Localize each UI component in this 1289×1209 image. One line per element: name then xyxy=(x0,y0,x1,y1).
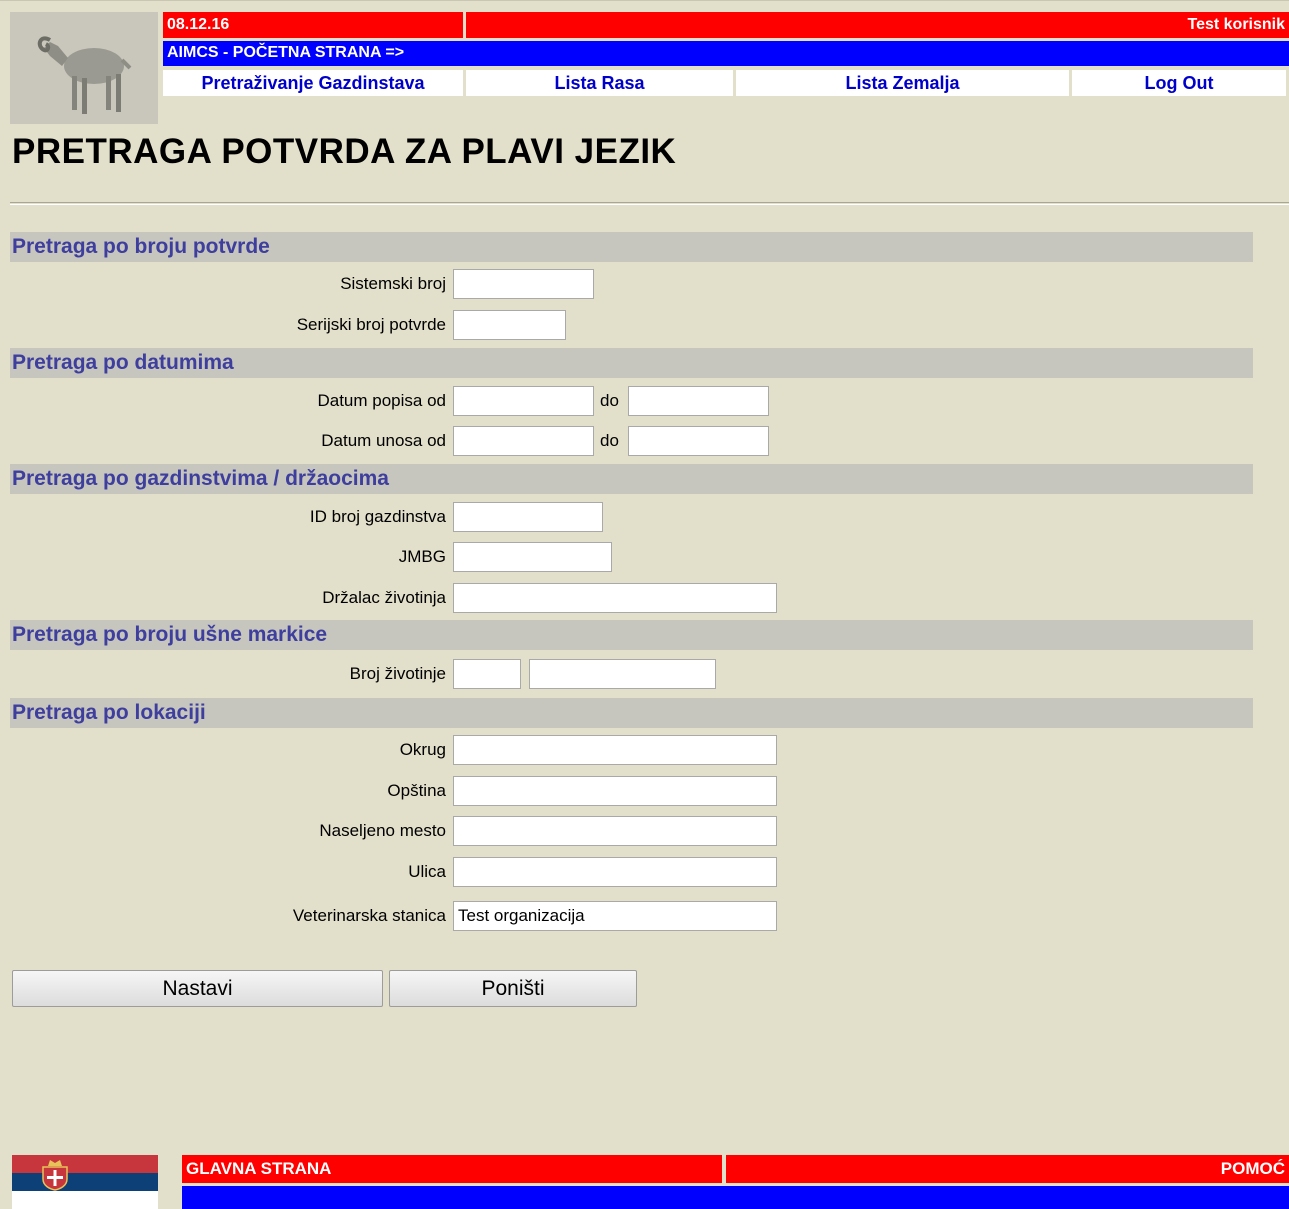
animal-number-input[interactable] xyxy=(529,659,716,689)
municipality-label: Opština xyxy=(387,781,446,800)
street-input[interactable] xyxy=(453,857,777,887)
system-number-label: Sistemski broj xyxy=(340,274,446,293)
section-header-by-number: Pretraga po broju potvrde xyxy=(10,232,1253,262)
continue-button[interactable]: Nastavi xyxy=(12,970,383,1007)
ram-sheep-icon xyxy=(10,12,158,124)
entry-to-input[interactable] xyxy=(628,426,769,456)
nav-logout[interactable]: Log Out xyxy=(1072,70,1286,96)
nav-logout-label: Log Out xyxy=(1144,73,1214,93)
user-name: Test korisnik xyxy=(1187,16,1285,33)
footer-help-link[interactable]: POMOĆ xyxy=(1221,1159,1285,1178)
page-title: PRETRAGA POTVRDA ZA PLAVI JEZIK xyxy=(12,132,677,171)
entry-from-input[interactable] xyxy=(453,426,594,456)
section-header-by-dates: Pretraga po datumima xyxy=(10,348,1253,378)
nav-farm-search[interactable]: Pretraživanje Gazdinstava xyxy=(163,70,463,96)
serbia-flag-icon xyxy=(12,1155,158,1209)
animal-number-prefix-input[interactable] xyxy=(453,659,521,689)
district-input[interactable] xyxy=(453,735,777,765)
nav-country-list[interactable]: Lista Zemalja xyxy=(736,70,1069,96)
jmbg-input[interactable] xyxy=(453,542,612,572)
system-number-input[interactable] xyxy=(453,269,594,299)
serial-number-label: Serijski broj potvrde xyxy=(296,315,446,334)
nav-farm-search-label: Pretraživanje Gazdinstava xyxy=(201,73,425,93)
footer-home-cell: GLAVNA STRANA xyxy=(182,1155,722,1183)
vet-station-input[interactable] xyxy=(453,901,777,931)
serial-number-input[interactable] xyxy=(453,310,566,340)
home-link[interactable]: AIMCS - POČETNA STRANA => xyxy=(167,44,404,61)
nav-breed-list[interactable]: Lista Rasa xyxy=(466,70,733,96)
holding-id-label: ID broj gazdinstva xyxy=(309,507,446,526)
footer-home-link[interactable]: GLAVNA STRANA xyxy=(186,1159,331,1178)
home-link-bar: AIMCS - POČETNA STRANA => xyxy=(163,41,1289,66)
footer-help-cell: POMOĆ xyxy=(726,1155,1289,1183)
vet-station-label: Veterinarska stanica xyxy=(292,906,446,925)
census-from-label: Datum popisa od xyxy=(317,391,446,410)
date-cell: 08.12.16 xyxy=(163,12,463,38)
census-from-input[interactable] xyxy=(453,386,594,416)
title-divider xyxy=(10,202,1289,205)
jmbg-label: JMBG xyxy=(398,547,446,566)
top-border xyxy=(0,0,1289,8)
census-to-label: do xyxy=(600,391,619,410)
footer-blue-bar xyxy=(182,1186,1289,1209)
settlement-input[interactable] xyxy=(453,816,777,846)
keeper-input[interactable] xyxy=(453,583,777,613)
entry-from-label: Datum unosa od xyxy=(321,431,446,450)
street-label: Ulica xyxy=(408,862,446,881)
municipality-input[interactable] xyxy=(453,776,777,806)
reset-button[interactable]: Poništi xyxy=(389,970,637,1007)
section-header-by-location: Pretraga po lokaciji xyxy=(10,698,1253,728)
date-text: 08.12.16 xyxy=(167,16,230,33)
user-cell: Test korisnik xyxy=(466,12,1289,38)
district-label: Okrug xyxy=(399,740,446,759)
entry-to-label: do xyxy=(600,431,619,450)
section-header-by-holdings: Pretraga po gazdinstvima / držaocima xyxy=(10,464,1253,494)
section-header-by-eartag: Pretraga po broju ušne markice xyxy=(10,620,1253,650)
census-to-input[interactable] xyxy=(628,386,769,416)
keeper-label: Držalac životinja xyxy=(322,588,446,607)
holding-id-input[interactable] xyxy=(453,502,603,532)
nav-breed-list-label: Lista Rasa xyxy=(554,73,645,93)
settlement-label: Naseljeno mesto xyxy=(319,821,446,840)
animal-number-label: Broj životinje xyxy=(349,664,446,683)
nav-country-list-label: Lista Zemalja xyxy=(845,73,960,93)
